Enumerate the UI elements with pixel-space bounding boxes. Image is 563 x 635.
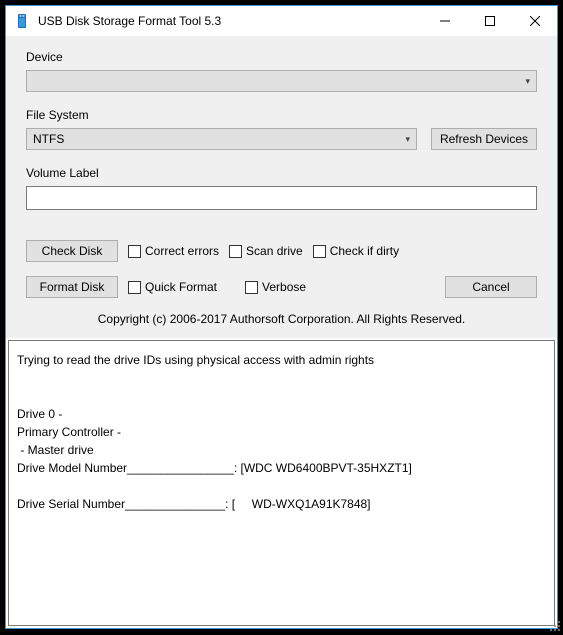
volume-label-input[interactable] bbox=[26, 186, 537, 210]
maximize-icon bbox=[485, 16, 495, 26]
cancel-button[interactable]: Cancel bbox=[445, 276, 537, 298]
app-window: USB Disk Storage Format Tool 5.3 Device … bbox=[5, 5, 558, 629]
volume-label-label: Volume Label bbox=[26, 166, 537, 180]
checkbox-icon bbox=[128, 281, 141, 294]
log-text: Trying to read the drive IDs using physi… bbox=[17, 353, 412, 511]
verbose-checkbox[interactable]: Verbose bbox=[245, 280, 306, 294]
device-label: Device bbox=[26, 50, 537, 64]
log-output[interactable]: Trying to read the drive IDs using physi… bbox=[8, 340, 555, 626]
file-system-dropdown[interactable]: NTFS ▾ bbox=[26, 128, 417, 150]
app-icon bbox=[14, 13, 30, 29]
checkbox-icon bbox=[313, 245, 326, 258]
main-panel: Device ▾ File System NTFS ▾ Refresh Devi… bbox=[6, 36, 557, 338]
checkbox-label: Scan drive bbox=[246, 244, 303, 258]
checkbox-icon bbox=[229, 245, 242, 258]
file-system-label: File System bbox=[26, 108, 537, 122]
device-dropdown[interactable]: ▾ bbox=[26, 70, 537, 92]
file-system-selected-value: NTFS bbox=[33, 132, 64, 146]
copyright-text: Copyright (c) 2006-2017 Authorsoft Corpo… bbox=[26, 312, 537, 326]
close-button[interactable] bbox=[512, 6, 557, 36]
maximize-button[interactable] bbox=[467, 6, 512, 36]
correct-errors-checkbox[interactable]: Correct errors bbox=[128, 244, 219, 258]
window-controls bbox=[422, 6, 557, 36]
titlebar: USB Disk Storage Format Tool 5.3 bbox=[6, 6, 557, 36]
checkbox-label: Check if dirty bbox=[330, 244, 399, 258]
checkbox-label: Verbose bbox=[262, 280, 306, 294]
check-disk-button[interactable]: Check Disk bbox=[26, 240, 118, 262]
checkbox-label: Correct errors bbox=[145, 244, 219, 258]
checkbox-icon bbox=[128, 245, 141, 258]
minimize-button[interactable] bbox=[422, 6, 467, 36]
quick-format-checkbox[interactable]: Quick Format bbox=[128, 280, 217, 294]
check-if-dirty-checkbox[interactable]: Check if dirty bbox=[313, 244, 399, 258]
window-title: USB Disk Storage Format Tool 5.3 bbox=[38, 14, 422, 28]
format-disk-button[interactable]: Format Disk bbox=[26, 276, 118, 298]
scan-drive-checkbox[interactable]: Scan drive bbox=[229, 244, 303, 258]
chevron-down-icon: ▾ bbox=[525, 76, 530, 87]
refresh-devices-button[interactable]: Refresh Devices bbox=[431, 128, 537, 150]
minimize-icon bbox=[440, 16, 450, 26]
checkbox-icon bbox=[245, 281, 258, 294]
chevron-down-icon: ▾ bbox=[405, 134, 410, 145]
close-icon bbox=[530, 16, 540, 26]
checkbox-label: Quick Format bbox=[145, 280, 217, 294]
